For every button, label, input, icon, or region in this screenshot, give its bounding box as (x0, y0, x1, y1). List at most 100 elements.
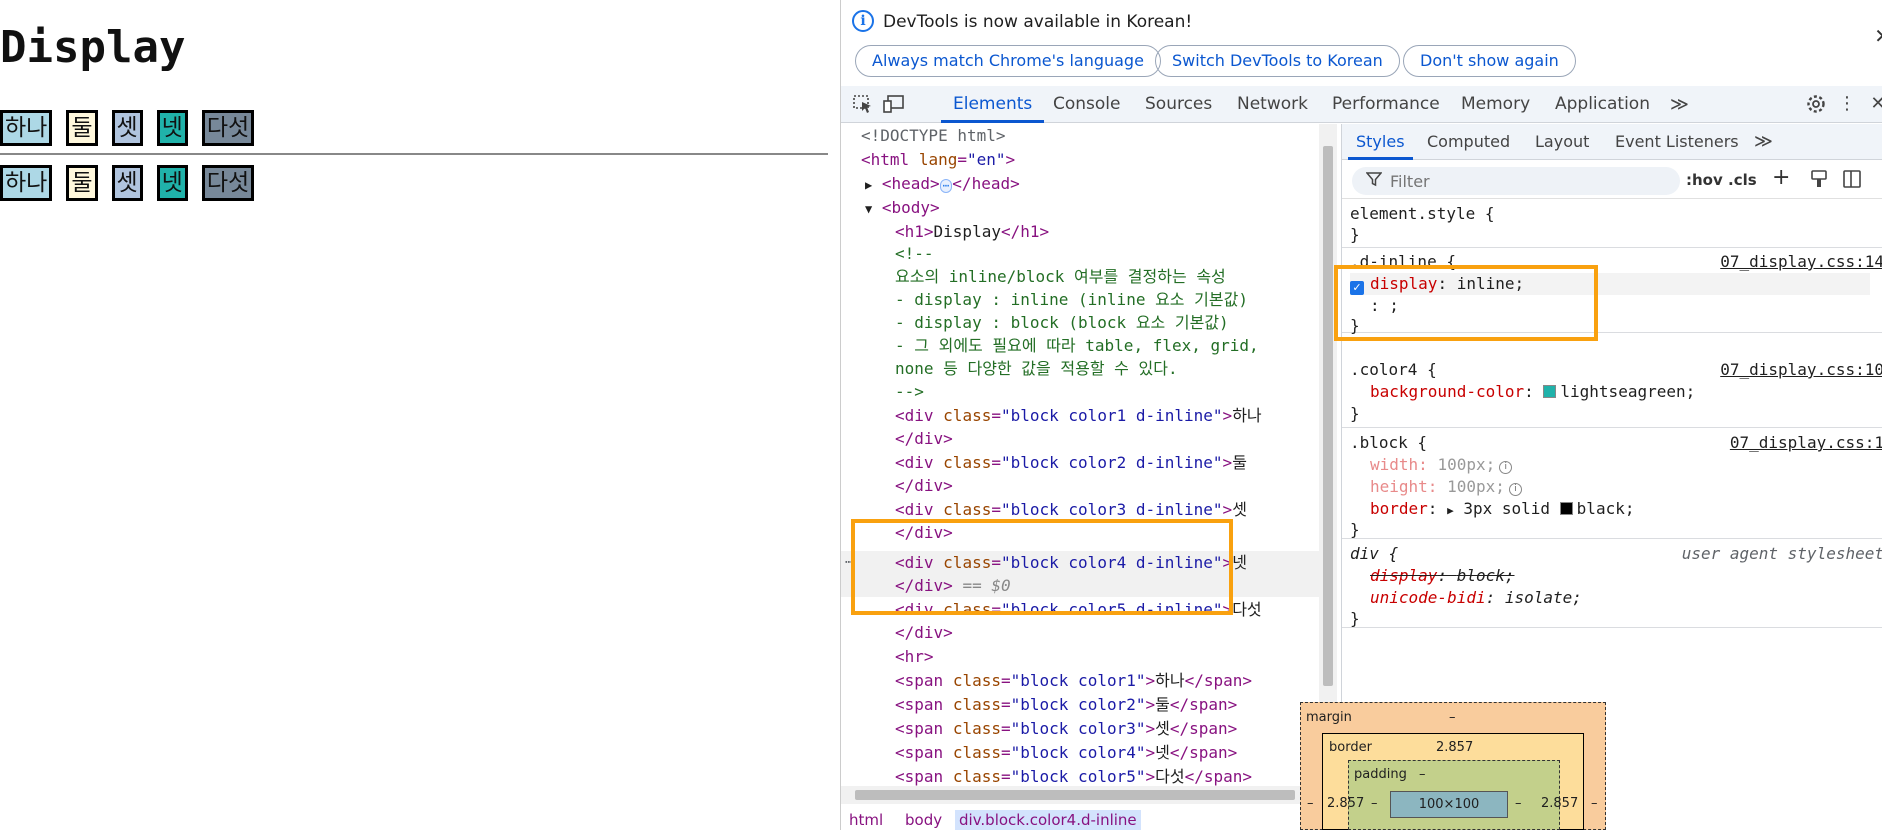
subtab-computed[interactable]: Computed (1427, 124, 1510, 160)
boxmodel-border-left[interactable]: 2.857 (1327, 796, 1364, 811)
tab-elements[interactable]: Elements (940, 86, 1045, 123)
comment-line[interactable]: none 등 다양한 값을 적용할 수 있다. (895, 357, 1178, 380)
settings-gear-icon[interactable] (1805, 94, 1827, 114)
new-rule-plus-icon[interactable]: + (1772, 165, 1790, 190)
boxmodel-margin-top[interactable]: – (1449, 710, 1456, 725)
div-close-tag[interactable]: </div> (895, 621, 953, 644)
switch-to-korean-button[interactable]: Switch DevTools to Korean (1155, 45, 1400, 77)
toggle-sidebar-icon[interactable] (1842, 169, 1862, 189)
background-color-declaration[interactable]: background-color: lightseagreen; (1370, 381, 1695, 403)
element-style-rule: element.style { } (1342, 200, 1882, 248)
element-style-selector[interactable]: element.style { (1350, 203, 1495, 225)
div-close-tag[interactable]: </div> (895, 474, 953, 497)
ua-display-declaration-overridden[interactable]: display: block; (1370, 565, 1515, 587)
always-match-language-button[interactable]: Always match Chrome's language (855, 45, 1161, 77)
boxmodel-padding-right[interactable]: – (1515, 796, 1522, 811)
rule-close-brace: } (1350, 225, 1360, 244)
comment-line[interactable]: <!-- (895, 242, 934, 265)
boxmodel-border-label: border (1329, 740, 1372, 755)
d-inline-source-link[interactable]: 07_display.css:14 (1720, 251, 1882, 273)
block-selector[interactable]: .block { (1350, 432, 1427, 454)
tab-application[interactable]: Application (1555, 86, 1650, 123)
border-declaration[interactable]: border: ▶ 3px solid black; (1370, 498, 1634, 520)
tab-network[interactable]: Network (1237, 86, 1308, 123)
span-node-color1[interactable]: <span class="block color1">하나</span> (895, 669, 1252, 692)
boxmodel-padding-top[interactable]: – (1419, 767, 1426, 782)
paint-brush-icon[interactable] (1810, 169, 1828, 189)
boxmodel-border-top[interactable]: 2.857 (1436, 740, 1473, 755)
box-color3: 셋 (111, 110, 143, 146)
boxmodel-content[interactable]: 100×100 (1390, 791, 1508, 818)
div-node-color1[interactable]: <div class="block color1 d-inline">하나 (895, 404, 1262, 427)
more-tabs-icon[interactable]: ≫ (1670, 86, 1689, 123)
tab-sources[interactable]: Sources (1145, 86, 1212, 123)
expand-triangle-icon[interactable]: ▶ (1447, 504, 1454, 517)
width-declaration[interactable]: width: 100px; i (1370, 454, 1513, 476)
language-infobar: i DevTools is now available in Korean! ✕… (841, 0, 1882, 85)
doctype-node[interactable]: <!DOCTYPE html> (861, 124, 1006, 147)
boxmodel-padding-left[interactable]: – (1371, 796, 1378, 811)
ellipsis-icon: ⋯ (939, 179, 953, 193)
inspect-element-icon[interactable] (852, 94, 874, 114)
div-node-color3[interactable]: <div class="block color3 d-inline">셋 (895, 498, 1247, 521)
subtab-styles[interactable]: Styles (1348, 124, 1412, 160)
color4-source-link[interactable]: 07_display.css:10 (1720, 359, 1882, 381)
html-node[interactable]: <html lang="en"> (861, 148, 1015, 171)
h1-node[interactable]: <h1>Display</h1> (895, 220, 1049, 243)
breadcrumb-div[interactable]: div.block.color4.d-inline (955, 810, 1141, 830)
kebab-menu-icon[interactable]: ⋮ (1836, 94, 1858, 114)
span-node-color4[interactable]: <span class="block color4">넷</span> (895, 741, 1237, 764)
comment-line[interactable]: - 그 외에도 필요에 따라 table, flex, grid, (895, 334, 1259, 357)
breadcrumb-html[interactable]: html (849, 810, 883, 830)
span-node-color2[interactable]: <span class="block color2">둘</span> (895, 693, 1237, 716)
box-color4: 넷 (156, 110, 188, 146)
cls-toggle[interactable]: .cls (1728, 171, 1757, 189)
subtab-layout[interactable]: Layout (1535, 124, 1589, 160)
close-icon[interactable]: ✕ (1874, 24, 1882, 48)
head-node[interactable]: ▶ <head> ⋯ </head> (865, 172, 1020, 195)
user-agent-div-rule: div { user agent stylesheet display: blo… (1342, 540, 1882, 628)
dont-show-again-button[interactable]: Don't show again (1403, 45, 1576, 77)
tab-memory[interactable]: Memory (1461, 86, 1530, 123)
color4-rule: .color4 { 07_display.css:10 background-c… (1342, 356, 1882, 428)
span-node-color5[interactable]: <span class="block color5">다섯</span> (895, 765, 1252, 788)
comment-line[interactable]: - display : inline (inline 요소 기본값) (895, 288, 1248, 311)
box-color2: 둘 (66, 110, 98, 146)
color-swatch-icon[interactable] (1543, 385, 1557, 398)
div-node-color2[interactable]: <div class="block color2 d-inline">둘 (895, 451, 1247, 474)
boxmodel-margin-left[interactable]: – (1307, 796, 1314, 811)
color4-selector[interactable]: .color4 { (1350, 359, 1437, 381)
breadcrumb-body[interactable]: body (905, 810, 942, 830)
comment-line[interactable]: 요소의 inline/block 여부를 결정하는 속성 (895, 265, 1226, 288)
color-swatch-icon[interactable] (1559, 502, 1573, 515)
div-close-tag[interactable]: </div> (895, 427, 953, 450)
more-subtabs-icon[interactable]: ≫ (1754, 124, 1773, 160)
box-color1: 하나 (0, 110, 53, 146)
tab-console[interactable]: Console (1053, 86, 1121, 123)
ua-unicode-bidi-declaration[interactable]: unicode-bidi: isolate; (1370, 587, 1582, 609)
boxmodel-border-right[interactable]: 2.857 (1541, 796, 1578, 811)
comment-line[interactable]: --> (895, 380, 924, 403)
info-icon[interactable]: i (1508, 483, 1522, 496)
elements-vertical-scroll-thumb[interactable] (1323, 146, 1333, 686)
device-toggle-icon[interactable] (883, 94, 905, 114)
height-declaration[interactable]: height: 100px; i (1370, 476, 1522, 498)
tab-performance[interactable]: Performance (1332, 86, 1440, 123)
body-node[interactable]: ▼ <body> (865, 196, 940, 219)
styles-subtab-bar: Styles Computed Layout Event Listeners ≫ (1342, 124, 1882, 160)
div-selector[interactable]: div { (1350, 543, 1398, 565)
subtab-event-listeners[interactable]: Event Listeners (1615, 124, 1739, 160)
close-devtools-icon[interactable]: ✕ (1867, 94, 1882, 114)
hr-node[interactable]: <hr> (895, 645, 934, 668)
elements-horizontal-scroll-thumb[interactable] (855, 790, 1295, 800)
boxmodel-margin-right[interactable]: – (1591, 796, 1598, 811)
rule-close-brace: } (1350, 609, 1360, 628)
info-icon[interactable]: i (1499, 461, 1513, 474)
elements-tree: <!DOCTYPE html> <html lang="en"> ▶ <head… (841, 124, 1319, 810)
span-node-color3[interactable]: <span class="block color3">셋</span> (895, 717, 1237, 740)
span-color1: 하나 (0, 165, 53, 201)
block-source-link[interactable]: 07_display.css:1 (1730, 432, 1882, 454)
comment-line[interactable]: - display : block (block 요소 기본값) (895, 311, 1229, 334)
styles-filter-input[interactable] (1352, 167, 1680, 195)
hov-toggle[interactable]: :hov (1686, 171, 1723, 189)
